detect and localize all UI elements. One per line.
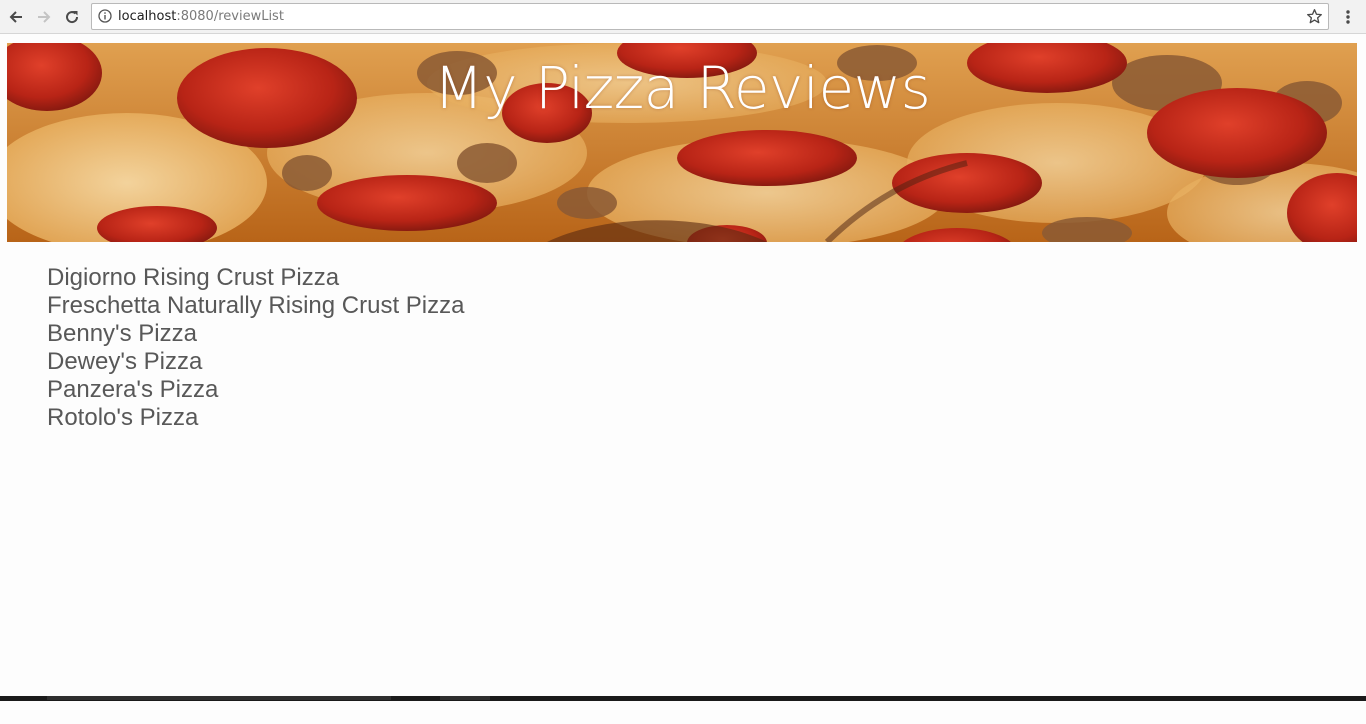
star-icon[interactable] <box>1306 8 1323 25</box>
forward-arrow-icon <box>38 11 51 23</box>
page-content: My Pizza Reviews Digiorno Rising Crust P… <box>0 34 1366 696</box>
forward-button[interactable] <box>33 6 55 28</box>
url-text[interactable]: localhost:8080/reviewList <box>118 9 284 24</box>
review-item[interactable]: Rotolo's Pizza <box>47 404 464 432</box>
taskbar-bottom <box>0 701 1366 724</box>
taskbar-segment <box>47 696 391 700</box>
url-host: localhost <box>118 9 177 24</box>
back-button[interactable] <box>5 6 27 28</box>
url-path: :8080/reviewList <box>176 9 284 24</box>
page-title: My Pizza Reviews <box>433 54 931 122</box>
taskbar-segment <box>440 696 490 700</box>
review-item[interactable]: Freschetta Naturally Rising Crust Pizza <box>47 292 464 320</box>
back-arrow-icon <box>9 11 22 23</box>
address-bar[interactable]: localhost:8080/reviewList <box>91 3 1329 30</box>
info-icon[interactable] <box>98 9 112 23</box>
review-item[interactable]: Dewey's Pizza <box>47 348 464 376</box>
review-item[interactable]: Panzera's Pizza <box>47 376 464 404</box>
browser-toolbar: localhost:8080/reviewList <box>0 0 1366 34</box>
taskbar <box>0 696 1366 724</box>
review-item[interactable]: Digiorno Rising Crust Pizza <box>47 264 464 292</box>
review-list: Digiorno Rising Crust Pizza Freschetta N… <box>47 264 464 432</box>
review-item[interactable]: Benny's Pizza <box>47 320 464 348</box>
kebab-menu-icon <box>1346 10 1350 24</box>
pizza-banner: My Pizza Reviews <box>7 43 1357 242</box>
reload-button[interactable] <box>61 6 83 28</box>
reload-icon <box>66 11 79 24</box>
browser-menu-button[interactable] <box>1339 6 1357 28</box>
